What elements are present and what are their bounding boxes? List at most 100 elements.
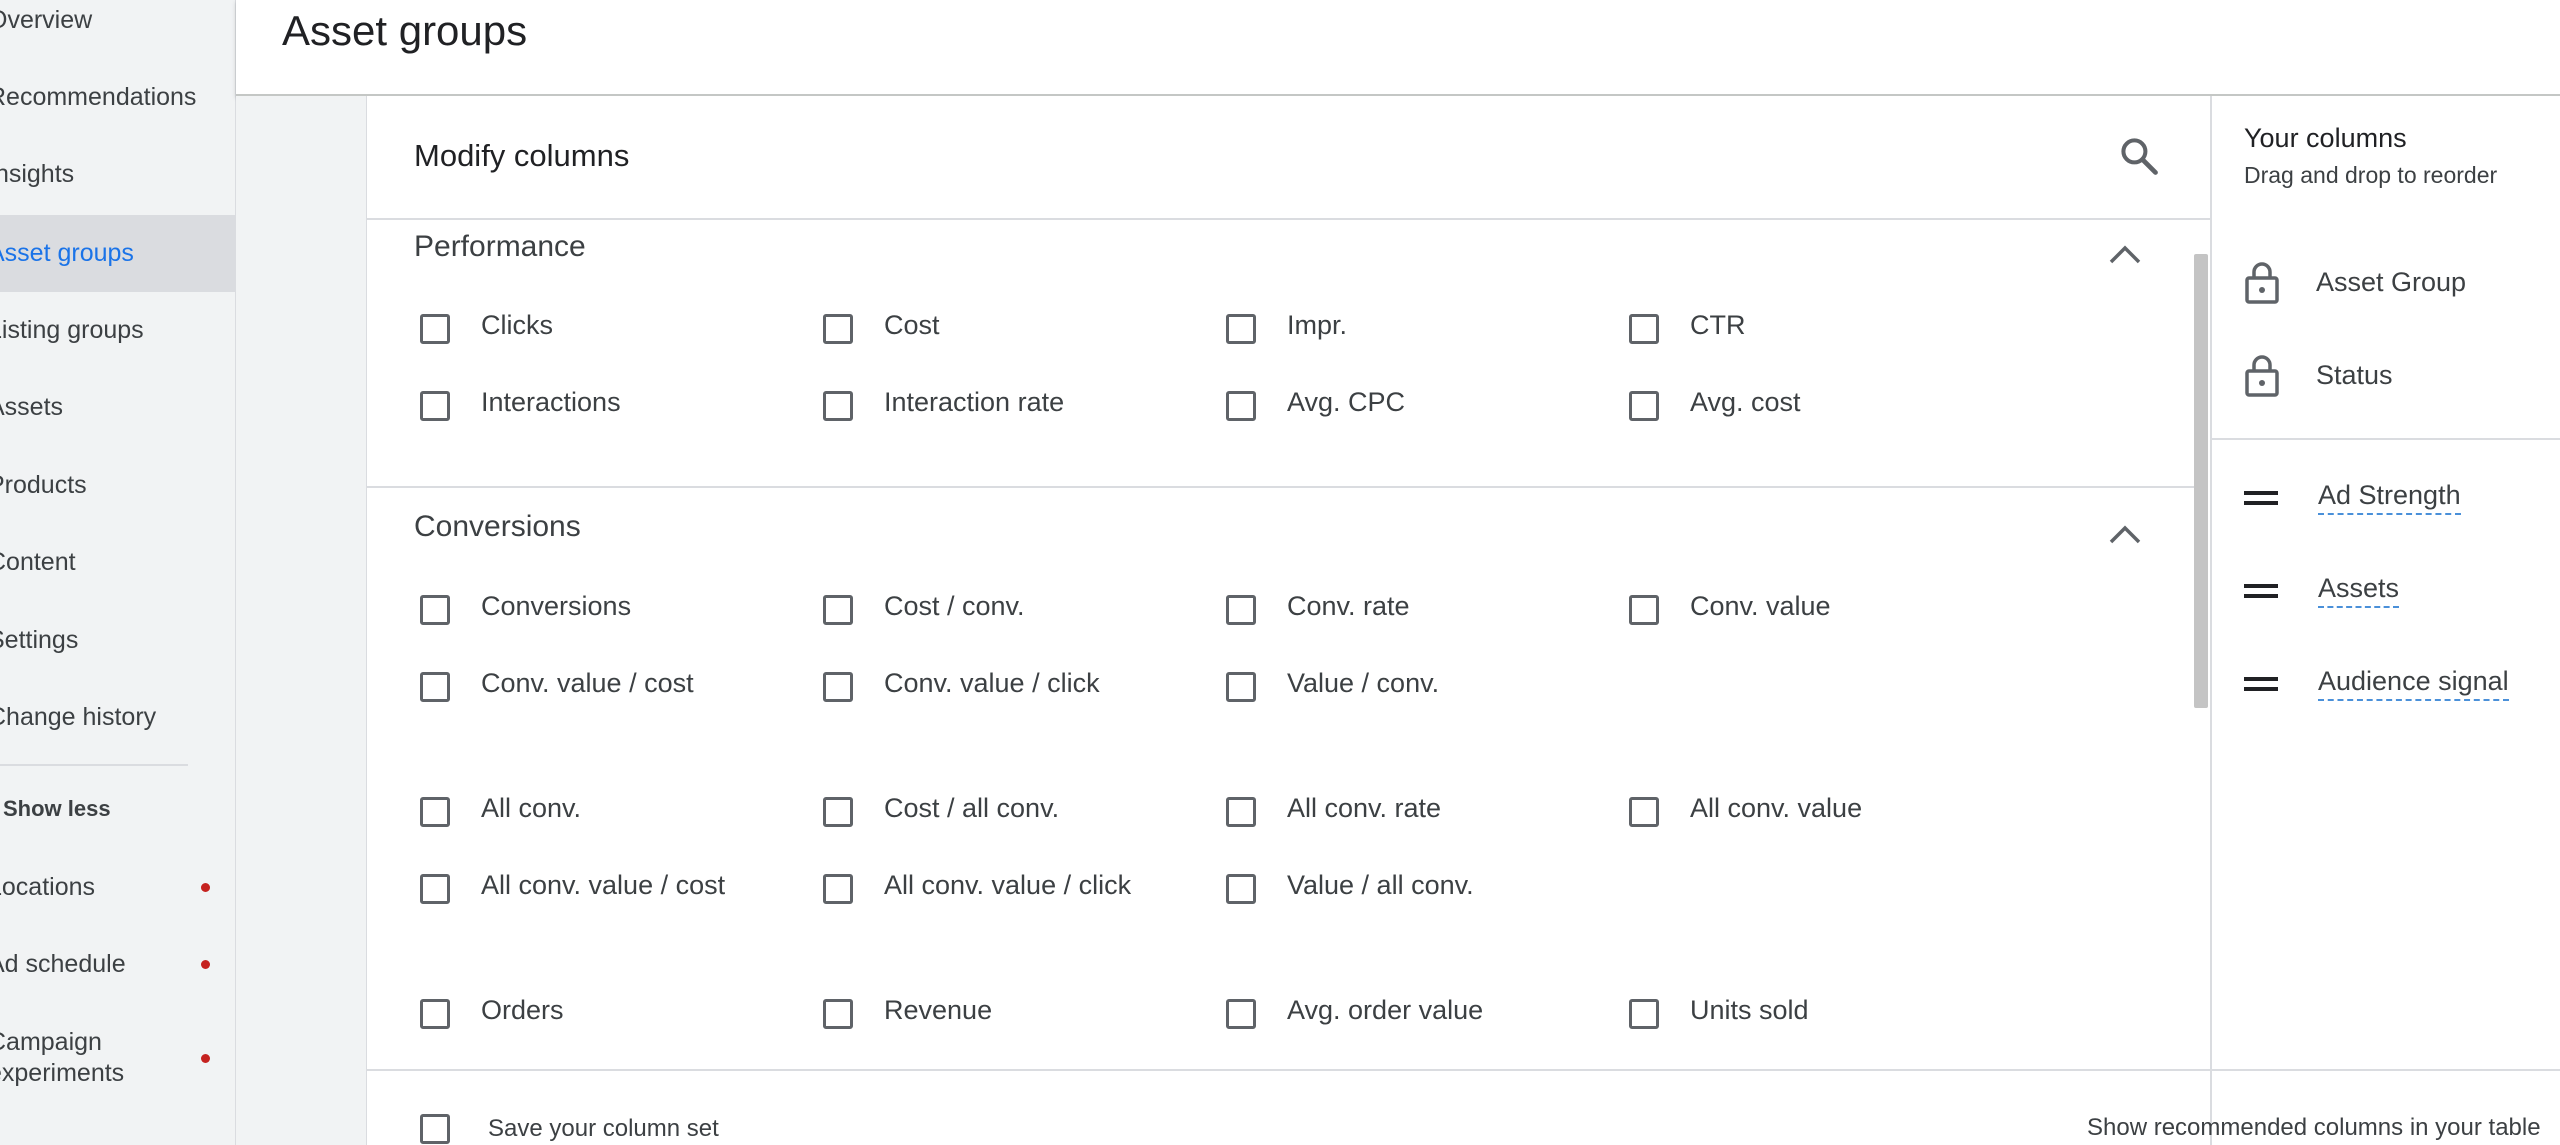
sidebar-item-label: Products (0, 471, 87, 499)
column-option[interactable]: Conv. value / click (823, 664, 1100, 702)
drag-handle-icon[interactable] (2244, 581, 2278, 601)
draggable-column[interactable]: Audience signal (2244, 666, 2509, 701)
column-option[interactable]: Impr. (1226, 306, 1347, 344)
column-option-label: Cost (884, 309, 940, 340)
column-name[interactable]: Assets (2318, 573, 2400, 608)
checkbox-unchecked-icon[interactable] (420, 595, 450, 625)
column-option-label: All conv. value / cost (481, 869, 726, 900)
sidebar-item-locations[interactable]: Locations (0, 849, 235, 926)
checkbox-unchecked-icon[interactable] (420, 391, 450, 421)
drag-handle-icon[interactable] (2244, 674, 2278, 694)
chevron-up-icon[interactable] (2105, 240, 2145, 266)
checkbox-unchecked-icon[interactable] (1629, 391, 1659, 421)
show-recommended-columns-toggle[interactable]: Show recommended columns in your table (2087, 1114, 2541, 1142)
sidebar-item-asset-groups[interactable]: Asset groups (0, 215, 235, 292)
column-option[interactable]: All conv. value (1629, 789, 1862, 827)
chevron-up-icon[interactable] (2105, 520, 2145, 546)
checkbox-unchecked-icon[interactable] (420, 314, 450, 344)
column-option-label: Value / all conv. (1287, 869, 1474, 900)
sidebar-item-ad-schedule[interactable]: Ad schedule (0, 926, 235, 1003)
sidebar-item-label: Change history (0, 703, 157, 731)
drag-handle-icon[interactable] (2244, 488, 2278, 508)
sidebar-item-campaign-experiments[interactable]: Campaign experiments (0, 1018, 235, 1098)
column-option-label: All conv. value / click (884, 869, 1132, 900)
column-option[interactable]: Conversions (420, 587, 631, 625)
column-name: Status (2316, 359, 2393, 390)
column-name[interactable]: Audience signal (2318, 666, 2509, 701)
column-name[interactable]: Ad Strength (2318, 480, 2461, 515)
sidebar-item-overview[interactable]: Overview (0, 0, 235, 59)
column-option[interactable]: CTR (1629, 306, 1746, 344)
checkbox-unchecked-icon[interactable] (1226, 314, 1256, 344)
checkbox-unchecked-icon[interactable] (1629, 595, 1659, 625)
column-option[interactable]: Cost / conv. (823, 587, 1025, 625)
checkbox-unchecked-icon[interactable] (420, 874, 450, 904)
checkbox-unchecked-icon[interactable] (420, 999, 450, 1029)
search-icon[interactable] (2117, 134, 2161, 178)
checkbox-unchecked-icon[interactable] (823, 999, 853, 1029)
checkbox-unchecked-icon[interactable] (823, 391, 853, 421)
scrollbar-thumb[interactable] (2194, 254, 2208, 708)
lock-icon (2245, 262, 2279, 304)
checkbox-unchecked-icon[interactable] (823, 874, 853, 904)
save-column-set-checkbox[interactable]: Save your column set (420, 1114, 719, 1144)
sidebar-item-content[interactable]: Content (0, 524, 235, 601)
column-option[interactable]: All conv. value / cost (420, 866, 725, 904)
checkbox-unchecked-icon[interactable] (420, 1114, 450, 1144)
sidebar-item-settings[interactable]: Settings (0, 602, 235, 679)
column-option[interactable]: All conv. (420, 789, 581, 827)
sidebar-item-recommendations[interactable]: Recommendations (0, 59, 235, 136)
checkbox-unchecked-icon[interactable] (1629, 797, 1659, 827)
sidebar-item-label: Ad schedule (0, 950, 126, 978)
checkbox-unchecked-icon[interactable] (420, 797, 450, 827)
your-columns-title: Your columns (2244, 123, 2407, 153)
column-option[interactable]: Orders (420, 991, 564, 1029)
column-option[interactable]: Interactions (420, 383, 621, 421)
column-option-label: Avg. CPC (1287, 386, 1406, 417)
checkbox-unchecked-icon[interactable] (1629, 314, 1659, 344)
column-option-label: Conv. rate (1287, 590, 1410, 621)
sidebar-item-products[interactable]: Products (0, 447, 235, 524)
column-option[interactable]: Value / conv. (1226, 664, 1439, 702)
sidebar-item-change-history[interactable]: Change history (0, 679, 235, 756)
checkbox-unchecked-icon[interactable] (823, 314, 853, 344)
column-option-label: Interaction rate (884, 386, 1065, 417)
draggable-column[interactable]: Ad Strength (2244, 480, 2461, 515)
column-option[interactable]: Cost / all conv. (823, 789, 1059, 827)
column-option[interactable]: Value / all conv. (1226, 866, 1474, 904)
column-option-label: Cost / conv. (884, 590, 1025, 621)
checkbox-unchecked-icon[interactable] (1226, 874, 1256, 904)
column-option[interactable]: Avg. order value (1226, 991, 1483, 1029)
column-option[interactable]: Conv. value (1629, 587, 1831, 625)
sidebar-item-label: Overview (0, 6, 93, 34)
column-option[interactable]: Conv. value / cost (420, 664, 694, 702)
checkbox-unchecked-icon[interactable] (823, 672, 853, 702)
column-option[interactable]: Conv. rate (1226, 587, 1410, 625)
checkbox-unchecked-icon[interactable] (420, 672, 450, 702)
checkbox-unchecked-icon[interactable] (1226, 595, 1256, 625)
column-option[interactable]: All conv. value / click (823, 866, 1131, 904)
column-option[interactable]: Interaction rate (823, 383, 1064, 421)
checkbox-unchecked-icon[interactable] (823, 595, 853, 625)
checkbox-unchecked-icon[interactable] (1226, 797, 1256, 827)
column-option[interactable]: Units sold (1629, 991, 1809, 1029)
column-option[interactable]: Avg. cost (1629, 383, 1801, 421)
column-option[interactable]: Avg. CPC (1226, 383, 1405, 421)
column-option[interactable]: Revenue (823, 991, 992, 1029)
sidebar-item-insights[interactable]: Insights (0, 136, 235, 213)
panel-divider (2210, 96, 2212, 1145)
draggable-column[interactable]: Assets (2244, 573, 2400, 608)
alert-dot-icon (201, 960, 210, 969)
sidebar-nav: Overview Recommendations Insights Asset … (0, 0, 236, 1145)
checkbox-unchecked-icon[interactable] (823, 797, 853, 827)
checkbox-unchecked-icon[interactable] (1226, 672, 1256, 702)
column-option[interactable]: All conv. rate (1226, 789, 1441, 827)
checkbox-unchecked-icon[interactable] (1226, 391, 1256, 421)
sidebar-item-listing-groups[interactable]: Listing groups (0, 292, 235, 369)
show-less-button[interactable]: Show less (3, 796, 111, 822)
column-option[interactable]: Clicks (420, 306, 553, 344)
checkbox-unchecked-icon[interactable] (1629, 999, 1659, 1029)
checkbox-unchecked-icon[interactable] (1226, 999, 1256, 1029)
sidebar-item-assets[interactable]: Assets (0, 369, 235, 446)
column-option[interactable]: Cost (823, 306, 940, 344)
